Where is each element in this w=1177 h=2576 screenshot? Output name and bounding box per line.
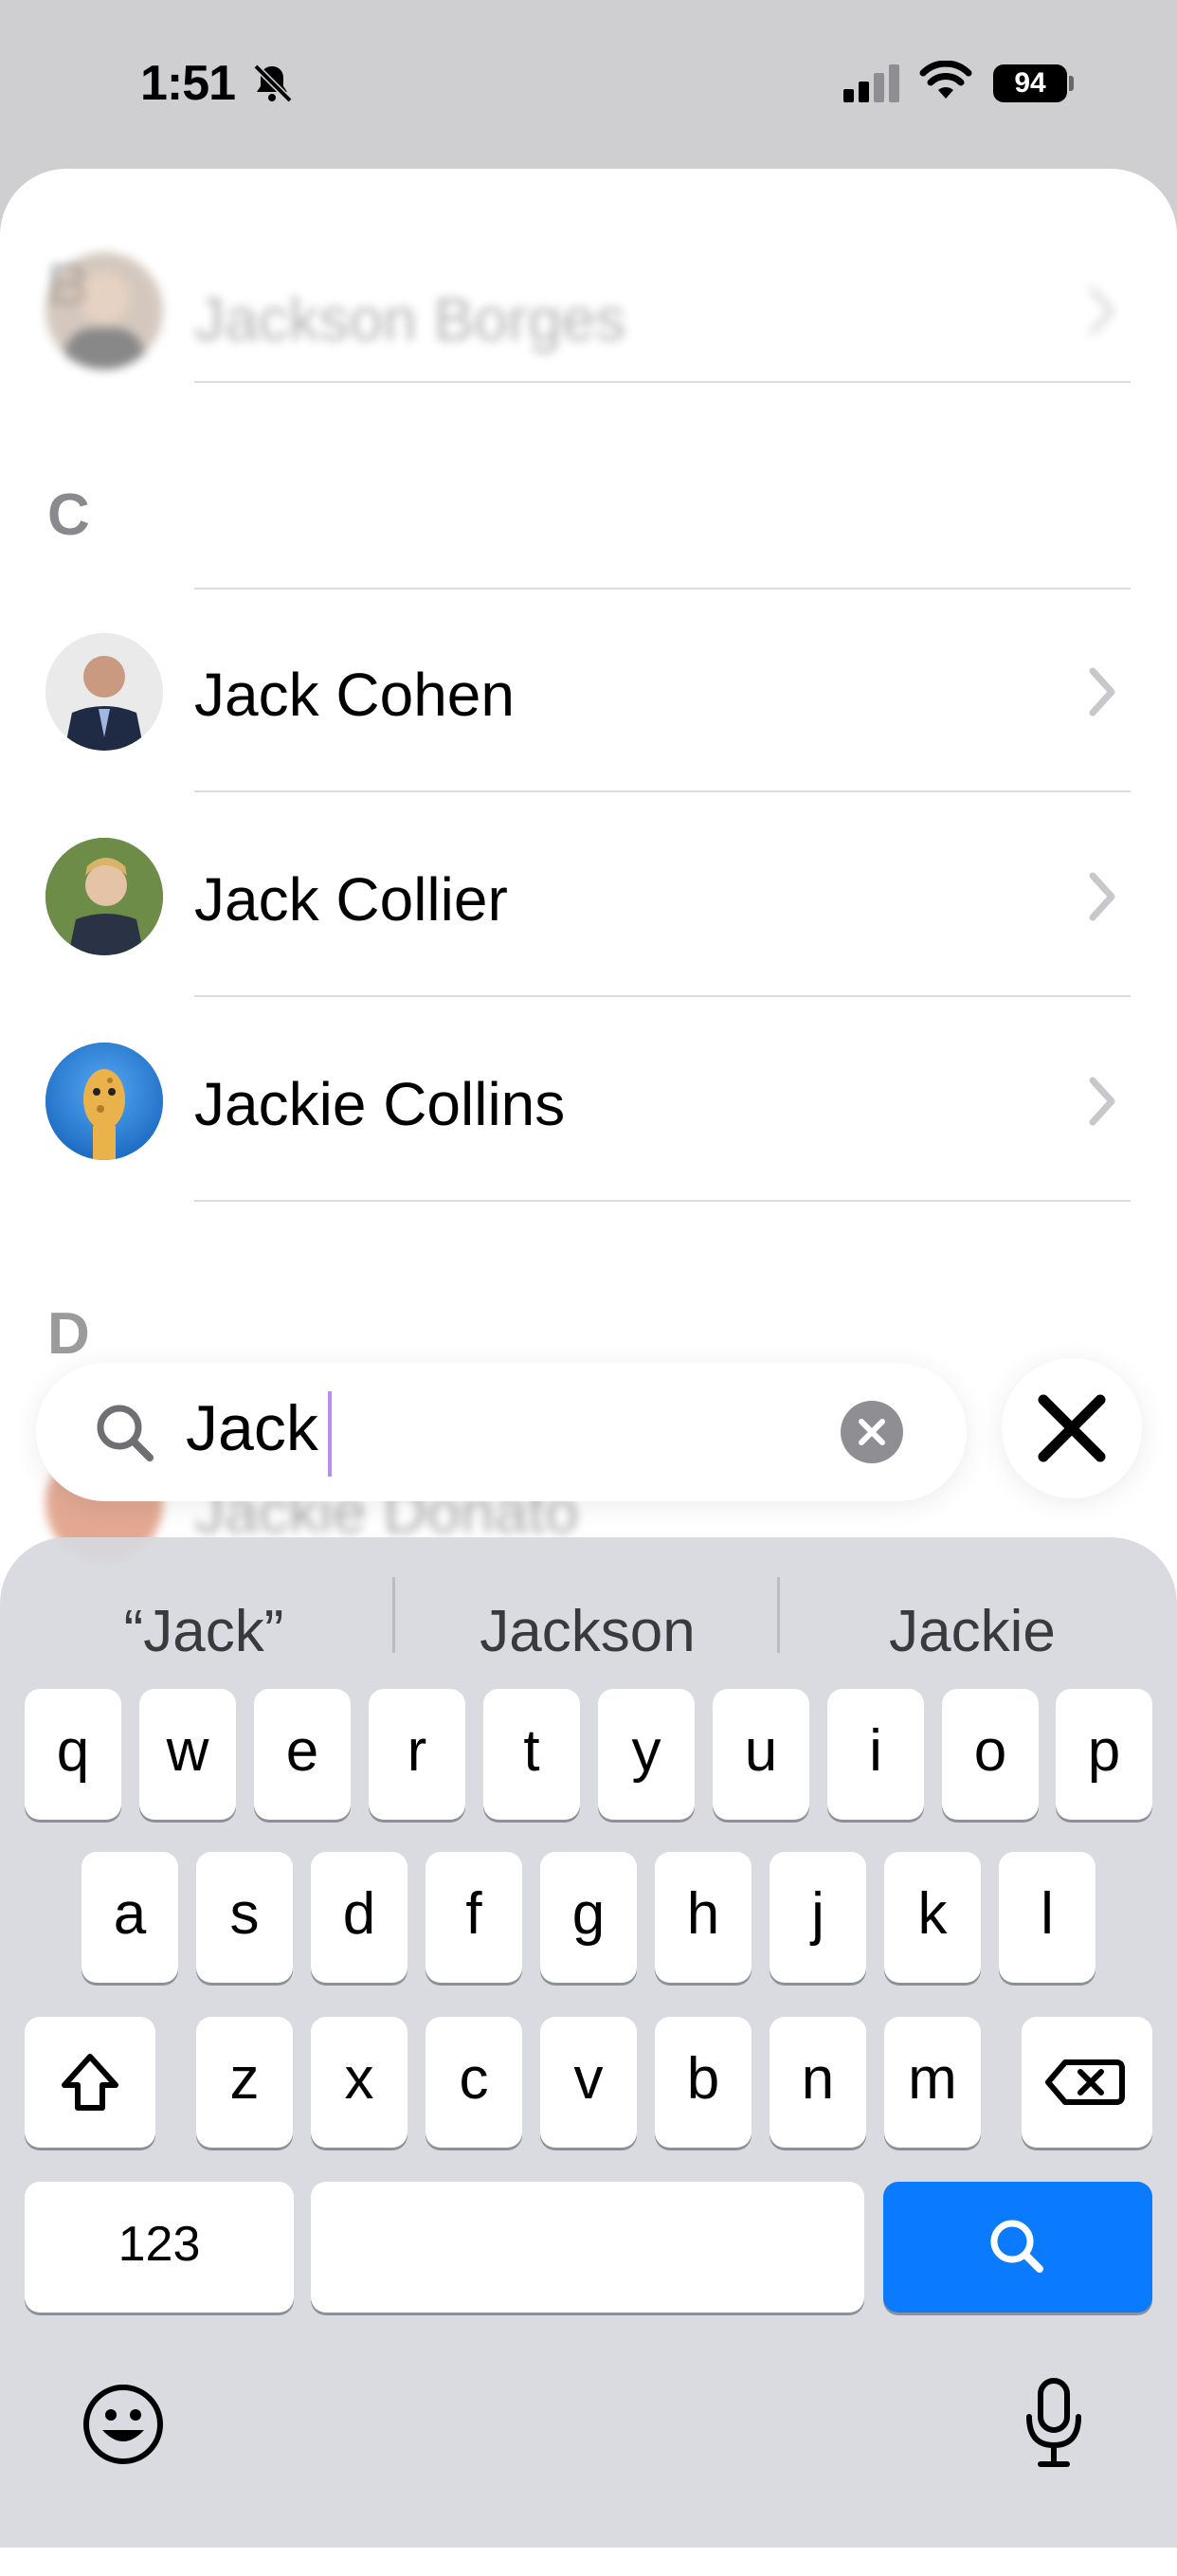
chevron-right-icon (1089, 1077, 1115, 1126)
key-h[interactable]: h (655, 1852, 751, 1983)
avatar (45, 838, 163, 955)
chevron-right-icon (1089, 286, 1115, 336)
suggestion-item[interactable]: Jackson (398, 1575, 777, 1689)
key-i[interactable]: i (827, 1689, 924, 1820)
backspace-icon (1045, 2059, 1125, 2105)
avatar (45, 1043, 163, 1160)
wifi-icon (919, 61, 972, 99)
key-v[interactable]: v (540, 2017, 637, 2148)
row-separator (194, 1200, 1131, 1202)
suggestion-item[interactable]: “Jack” (38, 1575, 370, 1689)
contact-row[interactable]: Jackson Borges (0, 216, 1177, 406)
avatar (45, 633, 163, 751)
delete-key[interactable] (1022, 2017, 1152, 2148)
key-t[interactable]: t (483, 1689, 580, 1820)
contact-name: Jack Collier (194, 865, 508, 934)
key-c[interactable]: c (426, 2017, 522, 2148)
contact-row[interactable]: Jack Collier (0, 802, 1177, 991)
contact-name: Jackie Collins (194, 1070, 566, 1138)
key-p[interactable]: p (1056, 1689, 1152, 1820)
status-bar: 1:51 94 (0, 0, 1177, 161)
row-separator (194, 588, 1131, 590)
key-g[interactable]: g (540, 1852, 637, 1983)
contact-name: Jack Cohen (194, 661, 515, 729)
key-m[interactable]: m (884, 2017, 981, 2148)
row-separator (194, 790, 1131, 792)
key-l[interactable]: l (999, 1852, 1096, 1983)
section-header-d: D (47, 1301, 90, 1367)
suggestion-item[interactable]: Jackie (783, 1575, 1162, 1689)
shift-key[interactable] (25, 2017, 155, 2148)
key-k[interactable]: k (884, 1852, 981, 1983)
emoji-icon[interactable] (80, 2381, 167, 2468)
key-s[interactable]: s (196, 1852, 293, 1983)
search-icon (97, 1405, 154, 1461)
suggestion-divider (392, 1577, 395, 1653)
key-d[interactable]: d (311, 1852, 407, 1983)
key-w[interactable]: w (139, 1689, 236, 1820)
key-u[interactable]: u (713, 1689, 809, 1820)
key-x[interactable]: x (311, 2017, 407, 2148)
key-y[interactable]: y (598, 1689, 695, 1820)
row-separator (194, 381, 1131, 383)
microphone-icon[interactable] (1014, 2375, 1094, 2470)
key-o[interactable]: o (942, 1689, 1039, 1820)
key-e[interactable]: e (254, 1689, 351, 1820)
chevron-right-icon (1089, 667, 1115, 717)
space-key[interactable] (311, 2182, 864, 2313)
search-icon (990, 2220, 1043, 2273)
key-b[interactable]: b (655, 2017, 751, 2148)
shift-icon (62, 2054, 118, 2111)
battery-indicator: 94 (993, 64, 1067, 102)
keyboard: “Jack” Jackson Jackie q w e r t y u i o … (0, 1537, 1177, 2548)
key-n[interactable]: n (770, 2017, 866, 2148)
clock: 1:51 (140, 56, 236, 111)
clear-x-icon (859, 1419, 885, 1445)
section-header-c: C (47, 482, 90, 548)
clear-search-button[interactable] (841, 1401, 903, 1463)
numbers-key[interactable]: 123 (25, 2182, 294, 2313)
key-q[interactable]: q (25, 1689, 121, 1820)
suggestion-divider (777, 1577, 780, 1653)
close-icon (1038, 1394, 1106, 1462)
key-j[interactable]: j (770, 1852, 866, 1983)
cellular-signal-icon (843, 64, 899, 102)
key-z[interactable]: z (196, 2017, 293, 2148)
row-separator (194, 995, 1131, 997)
contact-row[interactable]: Jackie Collins (0, 1007, 1177, 1196)
key-a[interactable]: a (81, 1852, 178, 1983)
search-key[interactable] (883, 2182, 1152, 2313)
silent-bell-icon (253, 63, 293, 103)
battery-nub (1069, 76, 1074, 91)
contact-row[interactable]: Jack Cohen (0, 597, 1177, 787)
cancel-search-button[interactable] (1002, 1358, 1142, 1498)
key-r[interactable]: r (369, 1689, 465, 1820)
search-input[interactable]: Jack (186, 1391, 318, 1465)
key-f[interactable]: f (426, 1852, 522, 1983)
contact-name: Jackson Borges (194, 285, 626, 354)
avatar (45, 252, 163, 370)
search-field[interactable]: Jack (36, 1363, 967, 1501)
text-cursor (328, 1391, 332, 1477)
chevron-right-icon (1089, 872, 1115, 921)
